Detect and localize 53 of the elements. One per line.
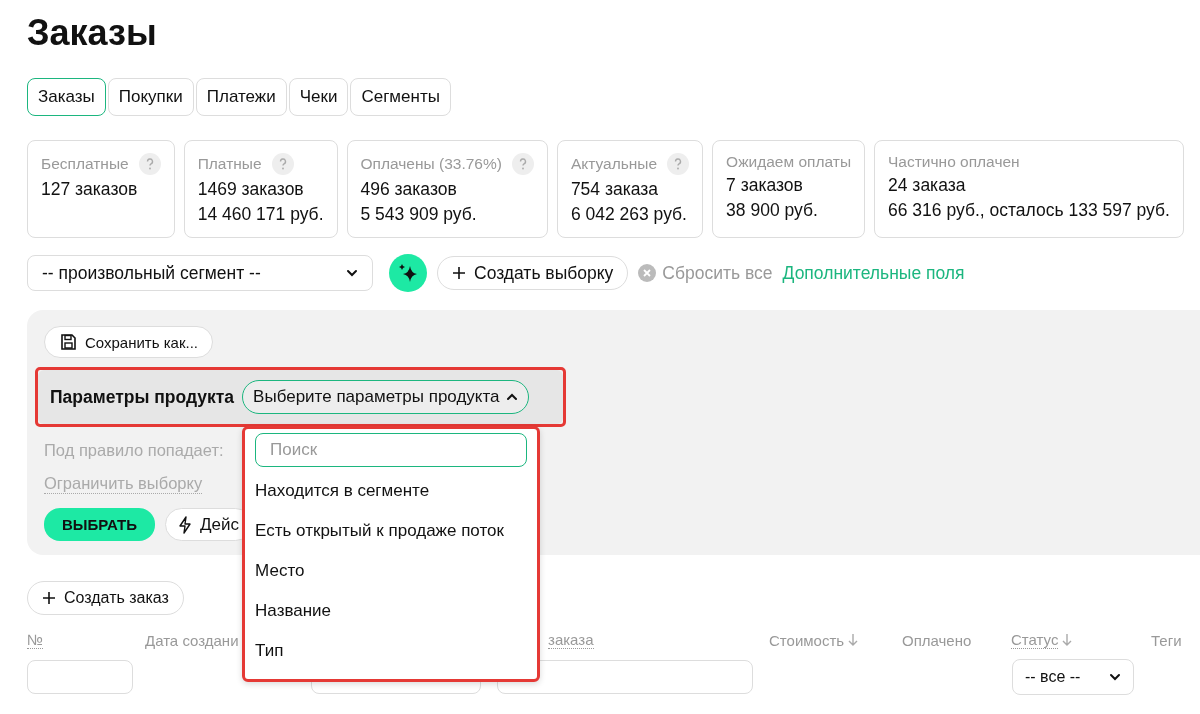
stat-value: 66 316 руб., осталось 133 597 руб. — [888, 200, 1170, 221]
sort-arrow-icon[interactable] — [1062, 633, 1073, 647]
segment-select[interactable]: -- произвольный сегмент -- — [27, 255, 373, 291]
stat-label: Оплачены (33.76%) — [360, 155, 502, 173]
create-selection-button[interactable]: Создать выборку — [437, 256, 629, 290]
plus-icon — [452, 266, 466, 280]
plus-icon — [42, 591, 56, 605]
stat-value: 1469 заказов — [197, 179, 305, 200]
help-icon[interactable] — [667, 153, 690, 175]
help-icon[interactable] — [271, 153, 294, 175]
tab[interactable]: Чеки — [288, 78, 349, 116]
stat-label: Платные — [197, 155, 262, 173]
select-button[interactable]: ВЫБРАТЬ — [44, 508, 155, 541]
search-field[interactable]: Поиск — [255, 433, 528, 467]
param-select[interactable]: Выберите параметры продукта — [242, 380, 529, 414]
help-icon[interactable] — [138, 153, 161, 175]
chevron-icon — [1109, 673, 1121, 681]
tab[interactable]: Платежи — [195, 78, 287, 116]
page-title: Заказы — [27, 12, 158, 54]
stat-value: 7 заказов — [726, 175, 804, 196]
param-label: Параметры продукта — [50, 386, 235, 408]
stat-value: 5 543 909 руб. — [360, 204, 478, 225]
tab[interactable]: Покупки — [107, 78, 194, 116]
dropdown-option[interactable]: Находится в сегменте — [255, 471, 528, 511]
help-icon[interactable] — [511, 153, 534, 175]
stat-value: 14 460 171 руб. — [197, 204, 324, 225]
tab[interactable]: Сегменты — [350, 78, 451, 116]
stat-label: Ожидаем оплаты — [726, 153, 852, 171]
stat-label: Частично оплачен — [888, 153, 1020, 171]
lightning-icon — [178, 515, 192, 534]
tab[interactable]: Заказы — [27, 78, 106, 116]
stat-value: 38 900 руб. — [726, 200, 819, 221]
status-select[interactable]: -- все -- — [1012, 659, 1134, 695]
create-order-button[interactable]: Создать заказ — [27, 581, 184, 615]
dropdown-option[interactable]: Название — [255, 591, 528, 631]
stat-value: 127 заказов — [41, 179, 139, 200]
stat-label: Бесплатные — [41, 155, 129, 173]
stat-value: 6 042 263 руб. — [570, 204, 688, 225]
chevron-icon — [505, 393, 518, 401]
dropdown-option[interactable]: Место — [255, 551, 528, 591]
stat-value: 24 заказа — [888, 175, 967, 196]
filter-input[interactable] — [27, 660, 133, 694]
dropdown-option[interactable]: Есть открытый к продаже поток — [255, 511, 528, 551]
stat-value: 496 заказов — [360, 179, 458, 200]
stat-label: Актуальные — [570, 155, 658, 173]
dropdown-option[interactable]: Тип — [255, 631, 528, 671]
chevron-icon — [346, 269, 358, 277]
clear-icon — [638, 264, 657, 282]
match-label: Под правило попадает: — [44, 441, 224, 460]
stat-value: 754 заказа — [570, 179, 660, 200]
save-as-button[interactable]: Сохранить как... — [44, 326, 213, 358]
sparkle-button[interactable] — [389, 254, 427, 292]
sort-arrow-icon[interactable] — [848, 633, 859, 647]
